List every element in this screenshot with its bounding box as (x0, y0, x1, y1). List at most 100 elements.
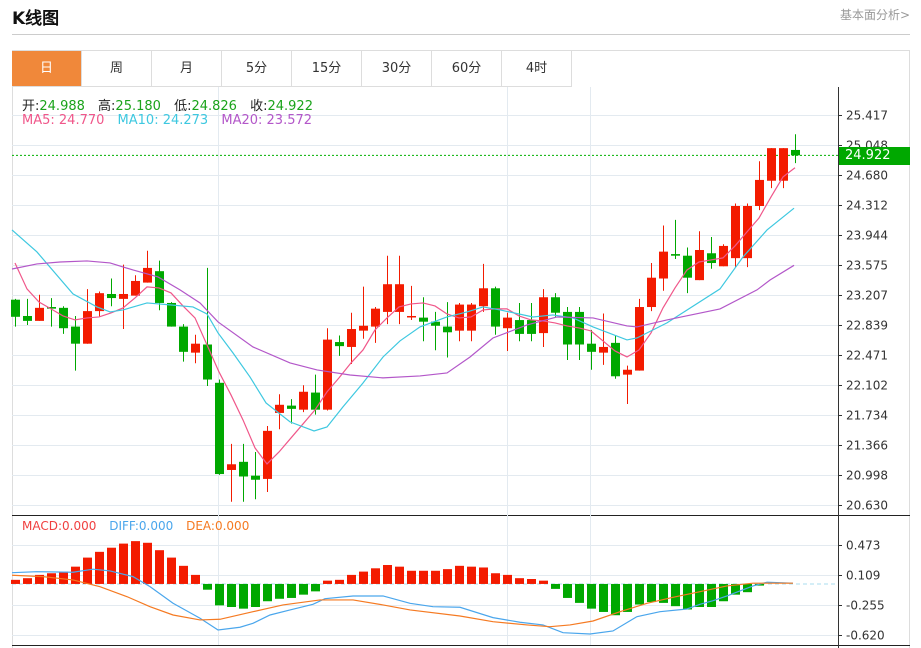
low-value: 24.826 (191, 99, 237, 114)
candle-body (719, 245, 728, 267)
macd-bar (107, 547, 116, 584)
macd-bar (671, 583, 680, 607)
dea-value: 0.000 (214, 519, 250, 533)
macd-bar (551, 583, 560, 589)
macd-label: MACD: (22, 519, 63, 533)
tab-week[interactable]: 周 (82, 51, 152, 86)
macd-bar (515, 578, 524, 584)
candle-body (587, 343, 596, 352)
macd-bar (263, 583, 272, 602)
macd-bar (95, 551, 104, 584)
candle-body (59, 307, 68, 329)
price-tick-label: 22.102 (846, 379, 888, 393)
candle-body (599, 346, 608, 353)
candle-body (227, 464, 236, 470)
macd-bar (299, 583, 308, 595)
macd-bar (431, 570, 440, 584)
candle-body (527, 320, 536, 334)
ma20-line (11, 260, 795, 379)
open-value: 24.988 (39, 99, 85, 114)
macd-bar (275, 583, 284, 599)
price-tick-label: 23.575 (846, 259, 888, 273)
candle-body (659, 251, 668, 279)
macd-tick-label: 0.109 (846, 569, 880, 583)
dea-label: DEA: (186, 519, 215, 533)
macd-bar (683, 583, 692, 610)
macd-bar (143, 542, 152, 584)
macd-bar (287, 583, 296, 598)
period-tabs: 日 周 月 5分 15分 30分 60分 4时 (12, 51, 572, 87)
candle-body (503, 317, 512, 329)
macd-bar (227, 583, 236, 608)
price-tick-label: 21.366 (846, 439, 888, 453)
macd-bar (467, 566, 476, 584)
macd-bar (563, 583, 572, 598)
ma10-value: 24.273 (162, 113, 209, 128)
candle-body (491, 288, 500, 327)
macd-bar (203, 583, 212, 590)
macd-legend: MACD:0.000 DIFF:0.000 DEA:0.000 (22, 519, 258, 533)
tab-30min[interactable]: 30分 (362, 51, 432, 86)
tab-60min[interactable]: 60分 (432, 51, 502, 86)
candle-body (251, 475, 260, 480)
candle-body (395, 284, 404, 312)
candle-body (407, 315, 416, 318)
macd-bar (155, 550, 164, 584)
candle-body (623, 369, 632, 375)
macd-tick-label: -0.255 (846, 599, 885, 613)
macd-bar (587, 583, 596, 609)
candle-body (287, 405, 296, 409)
ma-legend: MA5: 24.770 MA10: 24.273 MA20: 23.572 (22, 113, 321, 128)
macd-bar (47, 573, 56, 584)
candle-body (791, 149, 800, 156)
macd-bar (419, 570, 428, 584)
ma10-label: MA10: (117, 113, 159, 128)
macd-bar (647, 583, 656, 603)
candle-body (755, 179, 764, 207)
candle-body (419, 317, 428, 322)
candle-body (731, 206, 740, 259)
macd-bar (527, 579, 536, 584)
tab-day[interactable]: 日 (12, 51, 82, 86)
tab-5min[interactable]: 5分 (222, 51, 292, 86)
candle-body (647, 277, 656, 308)
candle-body (107, 293, 116, 299)
candle-body (71, 326, 80, 344)
macd-bar (479, 567, 488, 584)
candle-body (131, 280, 140, 296)
high-label: 高: (98, 99, 116, 114)
macd-bar (635, 583, 644, 605)
macd-tick-label: 0.473 (846, 539, 880, 553)
candle-body (35, 307, 44, 321)
candle-body (347, 329, 356, 347)
diff-label: DIFF: (109, 519, 139, 533)
macd-bar (59, 571, 68, 584)
candle-body (179, 326, 188, 352)
macd-bar (251, 583, 260, 608)
macd-bar (575, 583, 584, 603)
candle-body (479, 288, 488, 307)
macd-value: 0.000 (62, 519, 97, 533)
macd-bar (119, 543, 128, 584)
macd-bar (599, 583, 608, 612)
tab-month[interactable]: 月 (152, 51, 222, 86)
low-label: 低: (174, 99, 192, 114)
tab-15min[interactable]: 15分 (292, 51, 362, 86)
macd-bar (383, 565, 392, 584)
candle-body (371, 308, 380, 327)
macd-bar (23, 578, 32, 584)
macd-bar (359, 571, 368, 584)
macd-bar (371, 568, 380, 584)
price-tick-label: 24.312 (846, 199, 888, 213)
tab-4hour[interactable]: 4时 (502, 51, 572, 86)
candle-body (335, 342, 344, 347)
ohlc-legend: 开:24.988 高:25.180 低:24.826 收:24.922 (22, 95, 322, 114)
price-tick-label: 23.207 (846, 289, 888, 303)
macd-bar (167, 557, 176, 584)
macd-bar (311, 583, 320, 592)
candle-body (83, 311, 92, 344)
macd-bar (707, 583, 716, 608)
macd-bar (335, 579, 344, 584)
candle-body (263, 430, 272, 479)
candle-body (239, 461, 248, 477)
